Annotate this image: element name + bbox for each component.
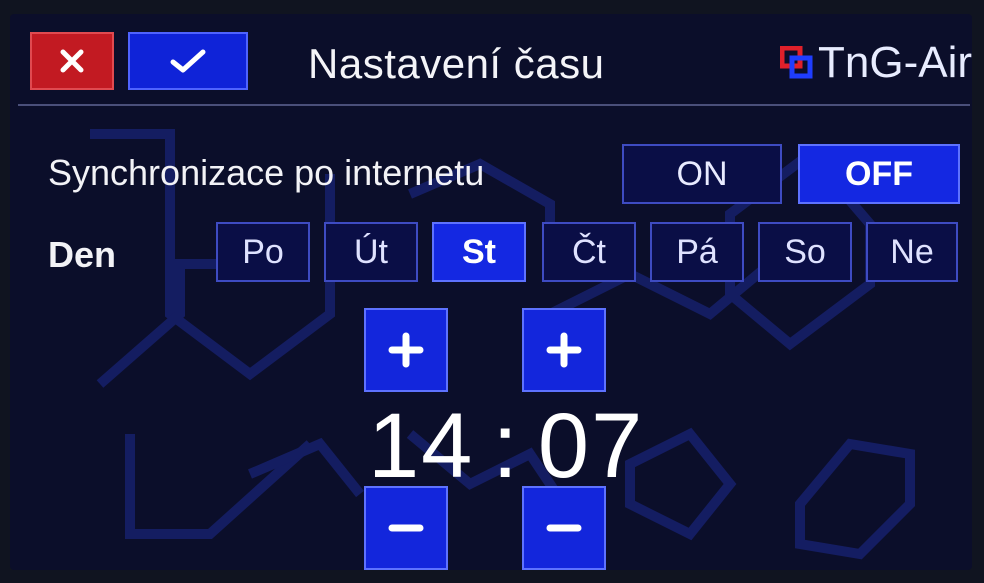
sync-label: Synchronizace po internetu <box>48 152 485 193</box>
sync-on-button[interactable]: ON <box>622 144 782 204</box>
time-separator: : <box>492 395 520 497</box>
minute-decrement-button[interactable] <box>522 486 606 570</box>
hour-increment-button[interactable] <box>364 308 448 392</box>
day-label: Den <box>48 234 117 275</box>
minute-increment-button[interactable] <box>522 308 606 392</box>
minus-icon <box>546 524 582 532</box>
day-po-button[interactable]: Po <box>216 222 310 282</box>
minus-icon <box>388 524 424 532</box>
day-ne-button[interactable]: Ne <box>866 222 958 282</box>
brand-logo: TnG-Air <box>780 38 972 88</box>
day-pa-button[interactable]: Pá <box>650 222 744 282</box>
brand-name: TnG-Air <box>818 38 972 87</box>
brand-mark-icon <box>780 46 813 79</box>
check-icon <box>170 49 206 73</box>
cancel-button[interactable] <box>30 32 114 90</box>
page-title: Nastavení času <box>308 40 605 87</box>
minutes-value: 07 <box>537 395 645 497</box>
hours-value: 14 <box>368 395 475 497</box>
confirm-button[interactable] <box>128 32 248 90</box>
time-display: 14 : 07 <box>368 394 644 499</box>
header-bar: Nastavení času TnG-Air <box>10 14 972 106</box>
device-screen: Nastavení času TnG-Air Synchronizace po … <box>10 14 972 570</box>
close-icon <box>60 49 84 73</box>
plus-icon <box>546 332 582 368</box>
sync-off-button[interactable]: OFF <box>798 144 960 204</box>
day-ct-button[interactable]: Čt <box>542 222 636 282</box>
header-divider <box>18 104 970 106</box>
plus-icon <box>388 332 424 368</box>
hour-decrement-button[interactable] <box>364 486 448 570</box>
day-st-button[interactable]: St <box>432 222 526 282</box>
day-ut-button[interactable]: Út <box>324 222 418 282</box>
day-so-button[interactable]: So <box>758 222 852 282</box>
